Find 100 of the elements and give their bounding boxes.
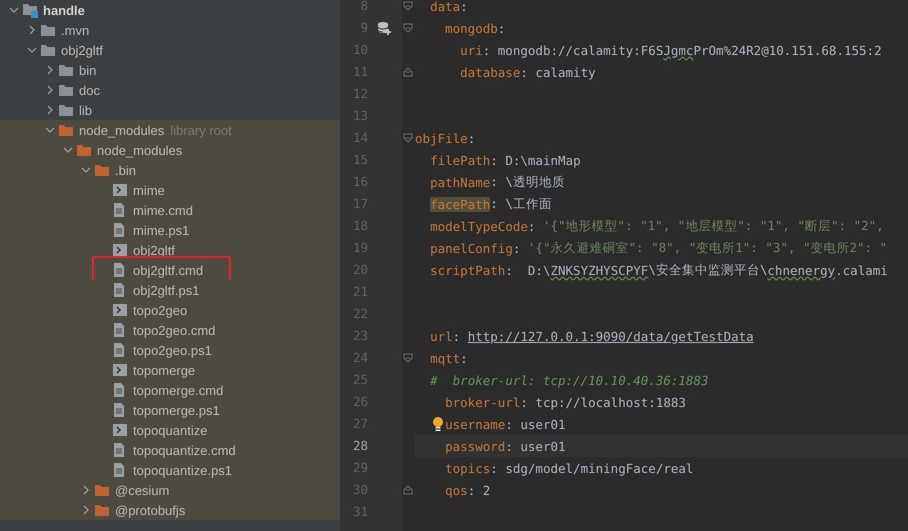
yaml-value: : [528, 218, 536, 234]
script-icon [112, 303, 128, 317]
tree-item[interactable]: mime.cmd [133, 202, 193, 218]
script-icon [112, 183, 128, 197]
yaml-value: .calami [835, 262, 888, 278]
tree-item[interactable]: .mvn [61, 22, 90, 38]
yaml-key: modelTypeCode [430, 218, 528, 234]
yaml-key: broker-url [445, 394, 520, 410]
fold-marker-icon[interactable] [402, 484, 414, 496]
tree-item[interactable]: topomerge.cmd [133, 382, 224, 398]
yaml-value: : D:\mainMap [490, 152, 581, 168]
chevron-icon[interactable] [45, 65, 55, 75]
yaml-key: database [460, 64, 520, 80]
script-icon [112, 423, 128, 437]
lightbulb-icon[interactable] [432, 416, 444, 432]
chevron-icon[interactable] [81, 505, 91, 515]
tree-item[interactable]: handle [43, 2, 85, 18]
yaml-value: : [498, 20, 506, 36]
chevron-icon[interactable] [63, 145, 73, 155]
yaml-value: : calamity [520, 64, 596, 80]
yaml-value: : 2 [468, 482, 490, 498]
yaml-value: : [460, 0, 468, 14]
yaml-value: : sdg/model/miningFace/real [490, 460, 694, 476]
tree-item[interactable]: doc [79, 82, 100, 98]
tree-item[interactable]: topoquantize [133, 422, 208, 438]
tree-item[interactable]: topo2geo.cmd [133, 322, 216, 338]
yaml-value: : \透明地质 [490, 174, 565, 190]
chevron-icon[interactable] [9, 5, 19, 15]
yaml-value: chnenergy [767, 262, 836, 278]
tree-item[interactable]: mime [133, 182, 165, 198]
yaml-value: : [452, 328, 462, 344]
folder-icon [58, 83, 74, 97]
yaml-key: url [430, 328, 453, 344]
yaml-key: objFile [415, 130, 468, 146]
tree-item[interactable]: topomerge [133, 362, 196, 378]
tree-item[interactable]: node_modules [97, 142, 182, 158]
chevron-icon[interactable] [81, 165, 91, 175]
script-icon [112, 363, 128, 377]
yaml-value: : mongodb://calamity:F6S [482, 42, 664, 58]
database-add-icon[interactable] [376, 21, 392, 35]
code-comment: # broker-url: tcp://10.10.40.36:1883 [430, 372, 709, 388]
folder-icon [76, 143, 92, 157]
tree-item[interactable]: @cesium [115, 482, 170, 498]
yaml-key: qos [445, 482, 468, 498]
url-link[interactable]: http://127.0.0.1:9090/data/getTestData [468, 328, 754, 344]
tree-item[interactable]: mime.ps1 [133, 222, 190, 238]
yaml-value: : [468, 130, 476, 146]
yaml-value: : [460, 350, 468, 366]
tree-item[interactable]: obj2gltf [133, 242, 175, 258]
tree-item[interactable]: obj2gltf.cmd [133, 262, 204, 278]
module-folder-icon [22, 2, 40, 18]
chevron-icon[interactable] [27, 45, 37, 55]
tree-item[interactable]: topo2geo.ps1 [133, 342, 212, 358]
yaml-value: ZNKSYZHYSCPYF [550, 262, 648, 278]
fold-marker-icon[interactable] [402, 22, 414, 34]
chevron-icon[interactable] [45, 105, 55, 115]
chevron-icon[interactable] [45, 125, 55, 135]
fold-marker-icon[interactable] [402, 352, 414, 364]
tree-item[interactable]: @protobufjs [115, 502, 186, 518]
string-literal: '{"地形模型": "1", "地层模型": "1", "断层": "2", [542, 218, 884, 234]
folder-icon [58, 123, 74, 137]
yaml-key: password [445, 438, 506, 454]
fold-marker-icon[interactable] [402, 66, 414, 78]
fold-marker-icon[interactable] [402, 0, 414, 12]
yaml-key: data [430, 0, 460, 14]
tree-item[interactable]: .bin [115, 162, 136, 178]
yaml-value: : user01 [505, 416, 566, 432]
tree-item[interactable]: topomerge.ps1 [133, 402, 220, 418]
string-literal: '{"永久避难硐室": "8", "变电所1": "3", "变电所2": " [528, 240, 888, 256]
tree-item[interactable]: topo2geo [133, 302, 188, 318]
yaml-value: : [512, 240, 522, 256]
yaml-key: uri [460, 42, 483, 58]
tree-item[interactable]: node_modules [79, 122, 164, 138]
yaml-key: filePath [430, 152, 490, 168]
tree-item[interactable]: obj2gltf.ps1 [133, 282, 200, 298]
yaml-value: : tcp://localhost:1883 [520, 394, 686, 410]
folder-icon [94, 163, 110, 177]
line-number: 28 [352, 437, 368, 455]
yaml-value: \安全集中监测平台\ [648, 262, 768, 278]
yaml-key: panelConfig [430, 240, 513, 256]
yaml-key: mqtt [430, 350, 460, 366]
yaml-key: topics [445, 460, 490, 476]
yaml-key: pathName [430, 174, 490, 190]
fold-marker-icon[interactable] [402, 132, 414, 144]
chevron-icon[interactable] [27, 25, 37, 35]
yaml-value: Jgmc [663, 42, 694, 58]
chevron-icon[interactable] [81, 485, 91, 495]
script-icon [112, 243, 128, 257]
yaml-key: scriptPath [430, 262, 506, 278]
yaml-key: mongodb [445, 20, 498, 36]
tree-item[interactable]: lib [79, 102, 92, 118]
folder-icon [58, 63, 74, 77]
yaml-value: PrOm%24R2@10.151.68.155:2 [693, 42, 882, 58]
yaml-value: : user01 [505, 438, 566, 454]
chevron-icon[interactable] [45, 85, 55, 95]
tree-item[interactable]: obj2gltf [61, 42, 103, 58]
folder-icon [58, 103, 74, 117]
tree-item[interactable]: bin [79, 62, 96, 78]
yaml-key: facePath [430, 196, 490, 212]
folder-icon [94, 483, 110, 497]
